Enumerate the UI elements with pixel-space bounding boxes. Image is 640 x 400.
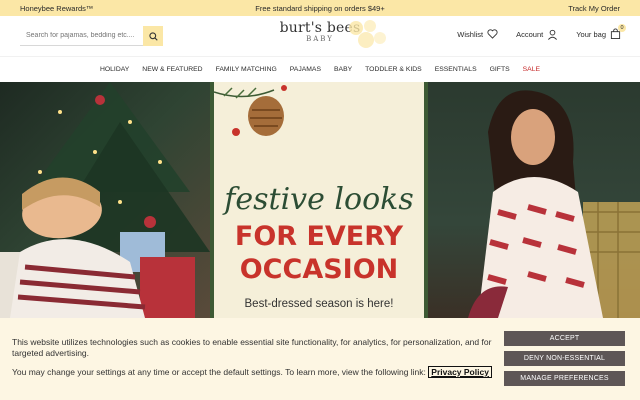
- nav-item-family-matching[interactable]: FAMILY MATCHING: [216, 66, 277, 73]
- deny-cookies-button[interactable]: DENY NON-ESSENTIAL: [504, 351, 625, 366]
- hero-line-occasion: OCCASION: [239, 254, 399, 285]
- user-icon: [548, 29, 558, 40]
- nav-item-baby[interactable]: BABY: [334, 66, 352, 73]
- heart-icon: [487, 29, 498, 39]
- bag-label: Your bag: [576, 29, 606, 39]
- shipping-message: Free standard shipping on orders $49+: [255, 3, 385, 13]
- nav-item-new-featured[interactable]: NEW & FEATURED: [142, 66, 202, 73]
- cookie-settings-text: You may change your settings at any time…: [12, 367, 426, 377]
- nav-item-pajamas[interactable]: PAJAMAS: [290, 66, 321, 73]
- hero-promo-card: festive looks FOR EVERY OCCASION Best-dr…: [210, 82, 428, 318]
- search-button[interactable]: [143, 26, 163, 46]
- girl-illustration: [468, 90, 640, 318]
- nav-item-sale[interactable]: SALE: [523, 66, 540, 73]
- cookie-consent-banner: This website utilizes technologies such …: [0, 318, 640, 400]
- privacy-policy-link[interactable]: Privacy Policy: [428, 366, 492, 378]
- baby-illustration: [0, 82, 210, 318]
- track-order-link[interactable]: Track My Order: [568, 4, 620, 13]
- hero-photo-girl: [428, 82, 640, 318]
- nav-item-holiday[interactable]: HOLIDAY: [100, 66, 129, 73]
- accept-cookies-button[interactable]: ACCEPT: [504, 331, 625, 346]
- promo-bar: Honeybee Rewards™ Free standard shipping…: [0, 0, 640, 16]
- site-header: burt's bees BABY Wishlist Account Your b…: [0, 16, 640, 56]
- brand-logo[interactable]: burt's bees BABY: [270, 20, 386, 54]
- manage-preferences-button[interactable]: MANAGE PREFERENCES: [504, 371, 625, 386]
- wishlist-link[interactable]: Wishlist: [457, 29, 498, 39]
- honeycomb-decoration: [349, 20, 386, 48]
- bag-link[interactable]: Your bag 0: [576, 24, 626, 40]
- search-input[interactable]: [20, 32, 140, 39]
- hero-tagline: Best-dressed season is here!: [244, 298, 394, 310]
- account-label: Account: [516, 29, 544, 39]
- bag-icon-wrap: 0: [610, 24, 626, 40]
- hero-banner[interactable]: festive looks FOR EVERY OCCASION Best-dr…: [0, 82, 640, 318]
- search-bar: [20, 26, 163, 46]
- cookie-message: This website utilizes technologies such …: [12, 337, 492, 358]
- bag-count-badge: 0: [618, 24, 626, 32]
- cookie-settings-message: You may change your settings at any time…: [12, 366, 494, 378]
- header-links: Wishlist Account Your bag 0: [457, 24, 626, 40]
- pinecone-decoration: [214, 85, 287, 136]
- hero-headline-script: festive looks: [224, 182, 414, 217]
- hero-headline-bold: FOR EVERY OCCASION: [214, 220, 424, 286]
- search-icon: [148, 31, 158, 41]
- hero-photo-baby: [0, 82, 210, 318]
- wishlist-label: Wishlist: [457, 29, 484, 39]
- hero-line-for-every: FOR EVERY: [234, 221, 404, 252]
- account-link[interactable]: Account: [516, 29, 558, 40]
- main-navigation: HOLIDAY NEW & FEATURED FAMILY MATCHING P…: [0, 56, 640, 82]
- nav-item-essentials[interactable]: ESSENTIALS: [435, 66, 477, 73]
- nav-item-toddler-kids[interactable]: TODDLER & KIDS: [365, 66, 422, 73]
- nav-item-gifts[interactable]: GIFTS: [490, 66, 510, 73]
